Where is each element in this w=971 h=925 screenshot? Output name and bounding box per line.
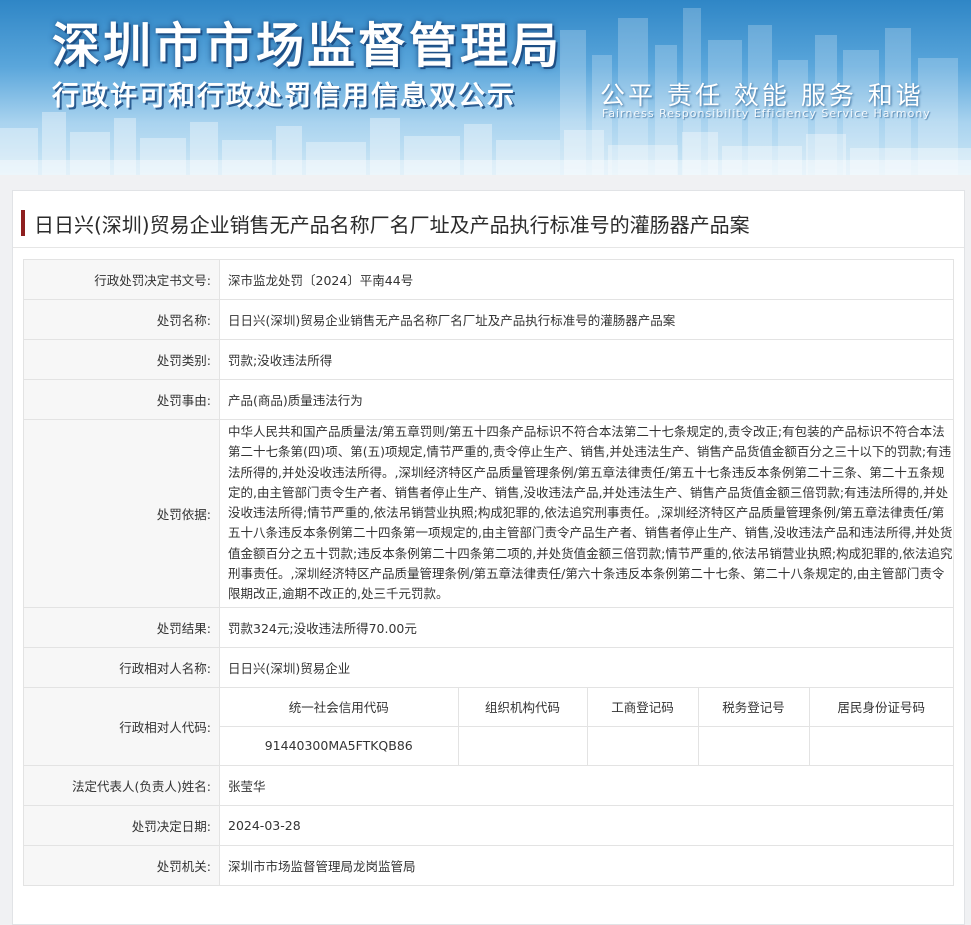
party-code-cell: 统一社会信用代码 组织机构代码 工商登记码 税务登记号 居民身份证号码 9144…	[219, 686, 954, 766]
party-code-label: 行政相对人代码:	[23, 686, 220, 766]
row-party-name: 行政相对人名称: 日日兴(深圳)贸易企业	[23, 646, 954, 688]
row-category: 处罚类别: 罚款;没收违法所得	[23, 339, 954, 380]
legal-rep-value: 张莹华	[219, 764, 954, 806]
row-date: 处罚决定日期: 2024-03-28	[23, 804, 954, 846]
row-cause: 处罚事由: 产品(商品)质量违法行为	[23, 379, 954, 420]
row-party-code: 行政相对人代码: 统一社会信用代码 组织机构代码 工商登记码 税务登记号 居民身…	[23, 686, 954, 766]
agency-title: 深圳市市场监督管理局	[52, 18, 563, 74]
authority-value: 深圳市市场监督管理局龙岗监管局	[219, 844, 954, 886]
date-label: 处罚决定日期:	[23, 804, 220, 846]
code-value-org	[457, 725, 588, 765]
title-accent-bar	[21, 210, 25, 236]
header-banner: 深圳市市场监督管理局 行政许可和行政处罚信用信息双公示 公平 责任 效能 服务 …	[0, 0, 971, 175]
code-value-id	[808, 725, 953, 765]
category-value: 罚款;没收违法所得	[219, 339, 954, 380]
row-legal-rep: 法定代表人(负责人)姓名: 张莹华	[23, 764, 954, 806]
code-header-credit: 统一社会信用代码	[220, 687, 459, 727]
doc-no-value: 深市监龙处罚〔2024〕平南44号	[219, 259, 954, 300]
code-value-row: 91440300MA5FTKQB86	[220, 725, 953, 765]
doc-no-label: 行政处罚决定书文号:	[23, 259, 220, 300]
basis-value: 中华人民共和国产品质量法/第五章罚则/第五十四条产品标识不符合本法第二十七条规定…	[219, 419, 954, 608]
penalty-name-label: 处罚名称:	[23, 299, 220, 340]
code-header-id: 居民身份证号码	[808, 687, 953, 727]
penalty-name-value: 日日兴(深圳)贸易企业销售无产品名称厂名厂址及产品执行标准号的灌肠器产品案	[219, 299, 954, 340]
case-title: 日日兴(深圳)贸易企业销售无产品名称厂名厂址及产品执行标准号的灌肠器产品案	[34, 212, 750, 237]
cause-label: 处罚事由:	[23, 379, 220, 420]
basis-label: 处罚依据:	[23, 419, 220, 608]
code-value-credit: 91440300MA5FTKQB86	[220, 725, 459, 765]
cause-value: 产品(商品)质量违法行为	[219, 379, 954, 420]
banner-subtitle: 行政许可和行政处罚信用信息双公示	[52, 81, 516, 112]
category-label: 处罚类别:	[23, 339, 220, 380]
slogan-english: Fairness Responsibility Efficiency Servi…	[602, 107, 931, 120]
case-title-block: 日日兴(深圳)贸易企业销售无产品名称厂名厂址及产品执行标准号的灌肠器产品案	[21, 209, 750, 237]
title-divider	[13, 247, 964, 248]
code-value-tax	[697, 725, 810, 765]
row-basis: 处罚依据: 中华人民共和国产品质量法/第五章罚则/第五十四条产品标识不符合本法第…	[23, 419, 954, 608]
row-authority: 处罚机关: 深圳市市场监督管理局龙岗监管局	[23, 844, 954, 886]
party-code-table: 统一社会信用代码 组织机构代码 工商登记码 税务登记号 居民身份证号码 9144…	[220, 687, 953, 765]
code-header-business: 工商登记码	[586, 687, 699, 727]
authority-label: 处罚机关:	[23, 844, 220, 886]
row-name: 处罚名称: 日日兴(深圳)贸易企业销售无产品名称厂名厂址及产品执行标准号的灌肠器…	[23, 299, 954, 340]
penalty-info-table: 行政处罚决定书文号: 深市监龙处罚〔2024〕平南44号 处罚名称: 日日兴(深…	[23, 259, 954, 886]
code-header-row: 统一社会信用代码 组织机构代码 工商登记码 税务登记号 居民身份证号码	[220, 687, 953, 727]
row-doc-no: 行政处罚决定书文号: 深市监龙处罚〔2024〕平南44号	[23, 259, 954, 300]
result-label: 处罚结果:	[23, 606, 220, 648]
party-name-label: 行政相对人名称:	[23, 646, 220, 688]
row-result: 处罚结果: 罚款324元;没收违法所得70.00元	[23, 606, 954, 648]
code-value-business	[586, 725, 699, 765]
date-value: 2024-03-28	[219, 804, 954, 846]
code-header-org: 组织机构代码	[457, 687, 588, 727]
case-detail-panel: 日日兴(深圳)贸易企业销售无产品名称厂名厂址及产品执行标准号的灌肠器产品案 行政…	[12, 190, 965, 925]
legal-rep-label: 法定代表人(负责人)姓名:	[23, 764, 220, 806]
code-header-tax: 税务登记号	[697, 687, 810, 727]
party-name-value: 日日兴(深圳)贸易企业	[219, 646, 954, 688]
result-value: 罚款324元;没收违法所得70.00元	[219, 606, 954, 648]
